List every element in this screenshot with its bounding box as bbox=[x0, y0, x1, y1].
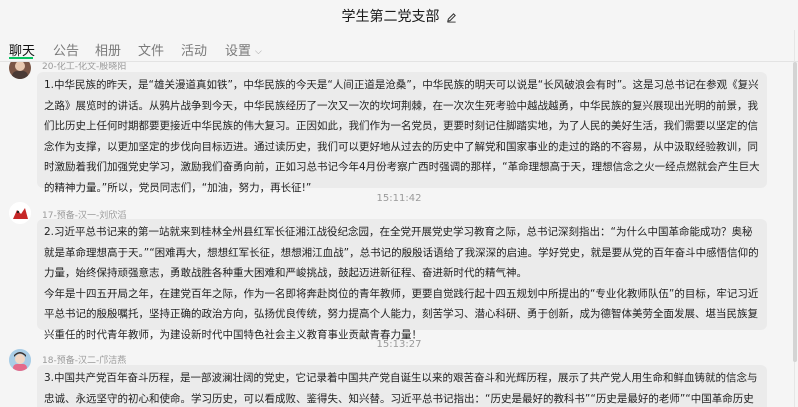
avatar[interactable] bbox=[9, 62, 31, 79]
avatar[interactable] bbox=[9, 202, 31, 224]
window-title: 学生第二党支部 bbox=[0, 6, 798, 27]
chat-scrollbar[interactable] bbox=[792, 62, 798, 407]
message-timestamp: 15:13:27 bbox=[376, 339, 422, 350]
chat-message-list[interactable]: 20-化工-化文-殷晓阳 1.中华民族的昨天，是“雄关漫道真如铁”，中华民族的今… bbox=[0, 62, 798, 407]
tab-settings[interactable]: 设置 ⌵ bbox=[225, 40, 262, 59]
message-bubble[interactable]: 2.习近平总书记来的第一站就来到桂林全州县红军长征湘江战役纪念园，在全党开展党史… bbox=[37, 219, 767, 341]
group-tab-bar: 聊天 公告 相册 文件 活动 设置 ⌵ bbox=[0, 30, 798, 62]
avatar[interactable] bbox=[9, 349, 31, 371]
group-name: 学生第二党支部 bbox=[341, 9, 440, 25]
tab-activities[interactable]: 活动 bbox=[181, 40, 207, 59]
tab-files[interactable]: 文件 bbox=[138, 40, 164, 59]
message-timestamp: 15:11:42 bbox=[376, 193, 422, 204]
chevron-down-icon: ⌵ bbox=[255, 47, 262, 57]
message-bubble[interactable]: 1.中华民族的昨天，是“雄关漫道真如铁”，中华民族的今天是“人间正道是沧桑”，中… bbox=[37, 72, 767, 194]
tab-settings-label: 设置 bbox=[225, 44, 252, 59]
pencil-edit-icon[interactable] bbox=[446, 11, 457, 27]
tab-announcements[interactable]: 公告 bbox=[53, 40, 79, 59]
message-sender[interactable]: 20-化工-化文-殷晓阳 bbox=[42, 62, 126, 72]
message-bubble[interactable]: 3.中国共产党百年奋斗历程，是一部波澜壮阔的党史，它记录着中国共产党自诞生以来的… bbox=[37, 365, 767, 407]
title-bar: 学生第二党支部 bbox=[0, 0, 798, 30]
active-tab-indicator bbox=[9, 57, 33, 59]
tab-album[interactable]: 相册 bbox=[95, 40, 121, 59]
scrollbar-thumb[interactable] bbox=[793, 62, 797, 362]
